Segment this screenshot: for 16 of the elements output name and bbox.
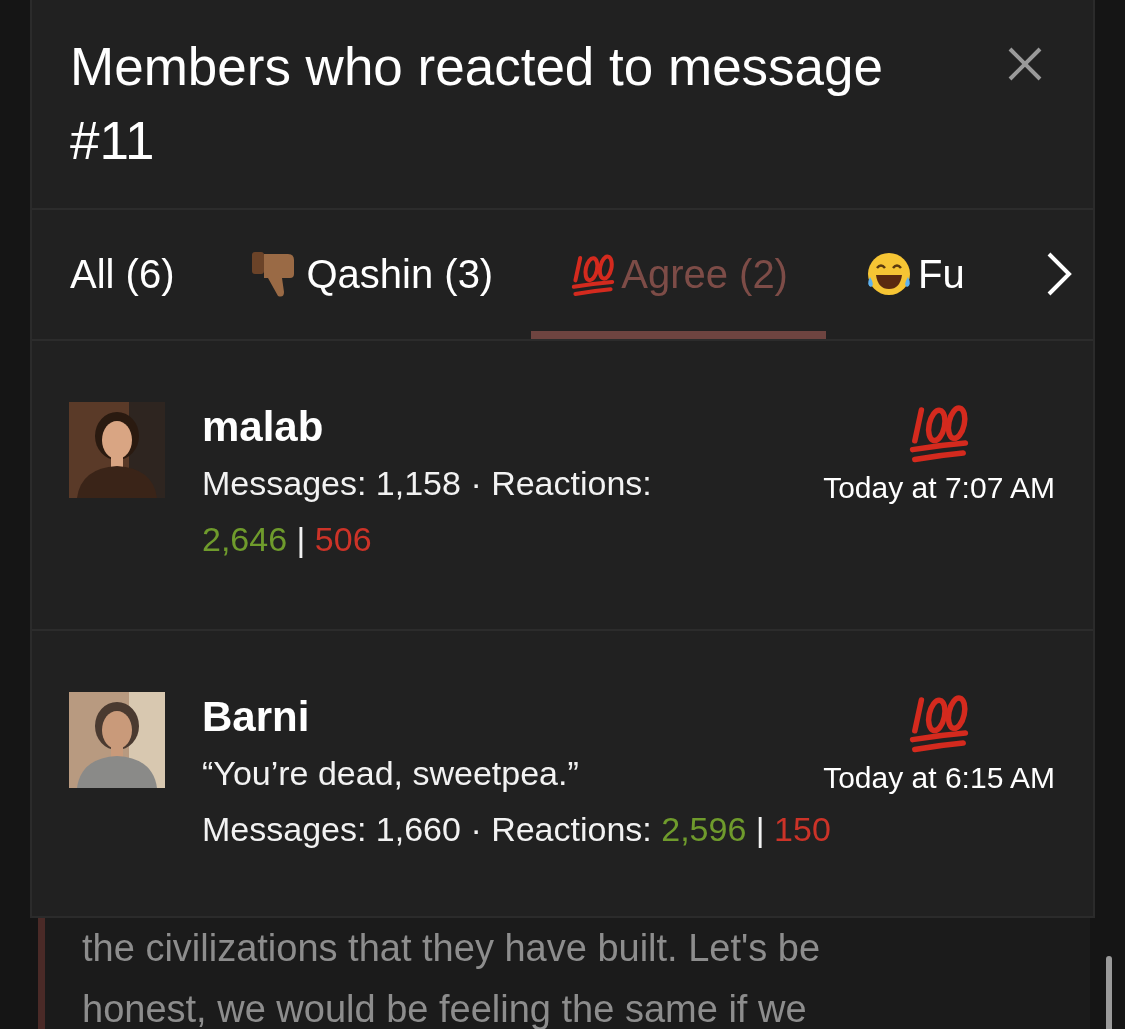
close-button[interactable] (1007, 46, 1043, 82)
chevron-right-icon (1045, 251, 1073, 298)
member-stats: Messages: 1,660 · Reactions: 2,596 | 150 (202, 808, 831, 850)
member-quote: “You’re dead, sweetpea.” (202, 752, 579, 794)
close-icon (1007, 46, 1043, 82)
member-name[interactable]: malab (202, 399, 744, 456)
member-name[interactable]: Barni (202, 688, 744, 745)
reaction-time: Today at 6:15 AM (823, 760, 1055, 795)
reaction-tab[interactable]: All (6) (32, 209, 213, 340)
member-stats: Messages: 1,158 · Reactions: 2,646 | 506 (202, 463, 653, 561)
reaction-tab[interactable]: Fu (825, 209, 1003, 340)
scrollbar[interactable] (1106, 956, 1112, 1029)
reaction-tab[interactable]: Qashin (3) (212, 209, 532, 340)
reaction-time: Today at 7:07 AM (823, 471, 1055, 506)
dialog-title: Members who reacted to message #11 (70, 36, 885, 172)
post-text: the civilizations that they have built. Let's be (82, 926, 822, 971)
